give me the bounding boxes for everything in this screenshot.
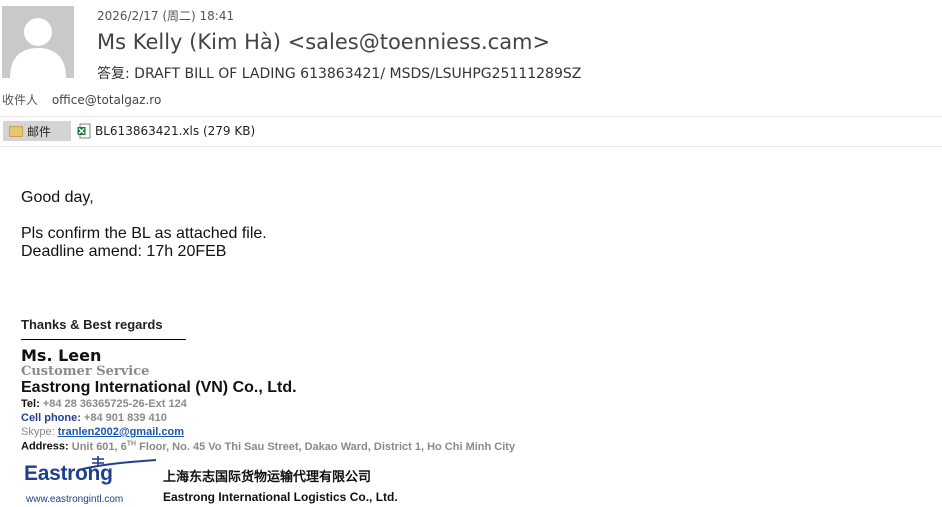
cell-label: Cell phone: [21, 412, 81, 424]
signature-role: Customer Service [21, 364, 150, 379]
signature-address: Address: Unit 601, 6TH Floor, No. 45 Vo … [21, 440, 515, 453]
eastrong-website[interactable]: www.eastrongintl.com [26, 494, 123, 505]
signature-tel: Tel: +84 28 36365725-26-Ext 124 [21, 398, 187, 410]
cell-value: +84 901 839 410 [83, 412, 167, 424]
address-label: Address: [21, 440, 69, 453]
sender-name[interactable]: Ms Kelly (Kim Hà) <sales@toenniess.cam> [97, 30, 550, 54]
body-line-2: Deadline amend: 17h 20FEB [21, 243, 227, 260]
body-line-1: Pls confirm the BL as attached file. [21, 225, 267, 242]
excel-icon [77, 123, 91, 139]
mail-tab[interactable]: 邮件 [3, 121, 71, 141]
attachment-label: BL613863421.xls (279 KB) [95, 124, 256, 138]
skype-label: Skype: [21, 426, 55, 438]
tel-label: Tel: [21, 398, 40, 410]
envelope-icon [9, 125, 23, 137]
body-greeting: Good day, [21, 189, 94, 206]
person-silhouette-icon [10, 18, 66, 78]
signature-skype: Skype: tranlen2002@gmail.com [21, 426, 184, 438]
divider [0, 116, 942, 117]
recipient-address[interactable]: office@totalgaz.ro [52, 93, 161, 107]
company-name-english: Eastrong International Logistics Co., Lt… [163, 490, 398, 504]
signature-cell: Cell phone: +84 901 839 410 [21, 412, 167, 424]
skype-email-link[interactable]: tranlen2002@gmail.com [58, 426, 184, 438]
sender-avatar [2, 6, 74, 78]
signature-company: Eastrong International (VN) Co., Ltd. [21, 379, 297, 396]
signature-name: Ms. Leen [21, 346, 102, 365]
mail-tab-label: 邮件 [27, 124, 52, 139]
company-name-chinese: 上海东志国际货物运输代理有限公司 [163, 470, 372, 485]
eastrong-logo-text: Eastrong [24, 462, 113, 485]
message-subject: 答复: DRAFT BILL OF LADING 613863421/ MSDS… [97, 66, 582, 82]
signature-divider [21, 339, 186, 340]
address-value: Unit 601, 6TH Floor, No. 45 Vo Thi Sau S… [71, 440, 516, 453]
tel-value: +84 28 36365725-26-Ext 124 [42, 398, 187, 410]
attachment-file[interactable]: BL613863421.xls (279 KB) [77, 121, 255, 141]
recipient-label: 收件人 [2, 93, 39, 107]
divider [0, 146, 942, 147]
recipient-row: 收件人 office@totalgaz.ro [2, 91, 161, 108]
message-datetime: 2026/2/17 (周二) 18:41 [97, 9, 235, 23]
signature-closing: Thanks & Best regards [21, 317, 163, 332]
